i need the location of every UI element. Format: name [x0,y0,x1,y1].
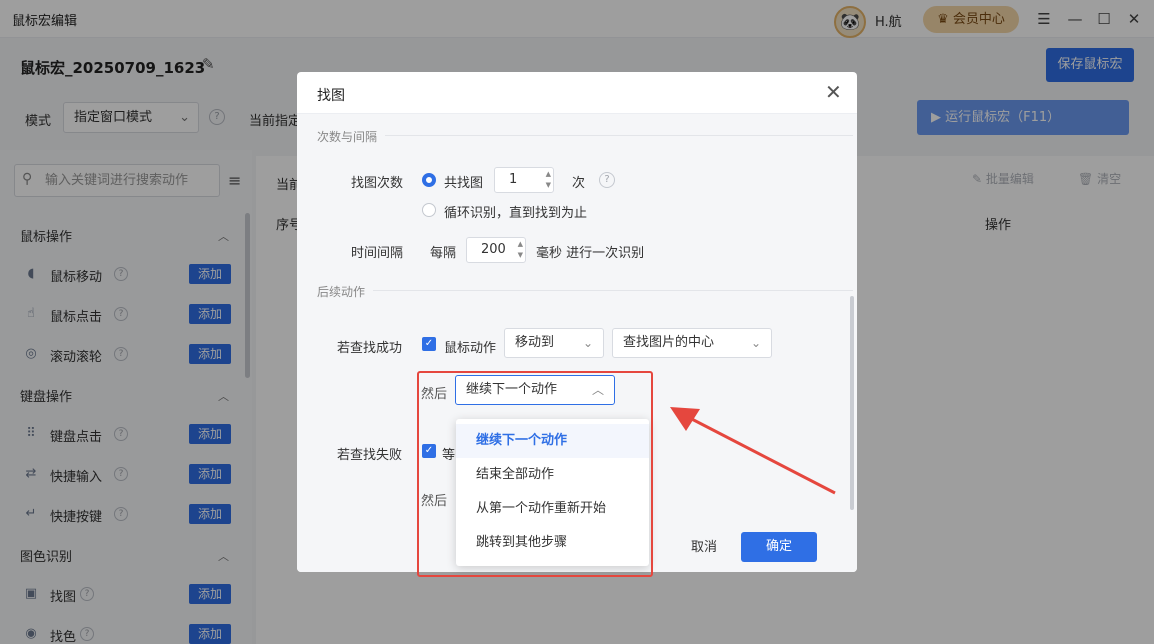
annotation-arrow-icon [670,407,836,495]
fail-label: 若查找失败 [337,448,403,463]
target-value: 查找图片的中心 [623,335,715,350]
stepper-arrows-icon[interactable]: ▲ ▼ [546,169,551,191]
interval-prefix: 每隔 [430,246,457,261]
close-icon[interactable]: ✕ [825,82,842,102]
interval-stepper[interactable]: 200 ▲ ▼ [466,237,526,263]
interval-label: 时间间隔 [351,246,404,261]
success-label: 若查找成功 [337,341,403,356]
divider [385,135,853,136]
move-to-value: 移动到 [515,335,555,350]
annotation-highlight-box [417,371,653,577]
move-to-select[interactable]: 移动到 ⌄ [504,328,604,358]
dialog-header: 找图 ✕ [297,72,857,114]
target-select[interactable]: 查找图片的中心 ⌄ [612,328,772,358]
chevron-down-icon: ⌄ [750,336,761,350]
interval-value: 200 [481,242,506,257]
interval-suffix: 毫秒 进行一次识别 [536,246,645,261]
radio-total-label[interactable]: 共找图 [444,172,483,191]
mouse-action-checkbox[interactable]: ✓ [422,337,436,351]
count-stepper[interactable]: 1 ▲ ▼ [494,167,554,193]
radio-loop[interactable] [422,203,436,217]
find-count-label: 找图次数 [351,176,404,191]
radio-loop-label[interactable]: 循环识别，直到找到为止 [444,202,587,221]
chevron-down-icon: ⌄ [582,336,593,350]
section-follow-up: 后续动作 [317,285,366,299]
dialog-title: 找图 [317,88,345,104]
divider [373,290,853,291]
help-icon[interactable]: ? [599,172,615,188]
cancel-button[interactable]: 取消 [675,533,733,563]
section-count-interval: 次数与间隔 [317,130,378,144]
count-unit: 次 [572,176,586,191]
dialog-scrollbar[interactable] [850,296,854,510]
radio-total[interactable] [422,173,436,187]
mouse-action-label: 鼠标动作 [444,341,497,356]
confirm-button[interactable]: 确定 [741,532,817,562]
count-value: 1 [509,172,518,187]
stepper-arrows-icon[interactable]: ▲ ▼ [518,239,523,261]
